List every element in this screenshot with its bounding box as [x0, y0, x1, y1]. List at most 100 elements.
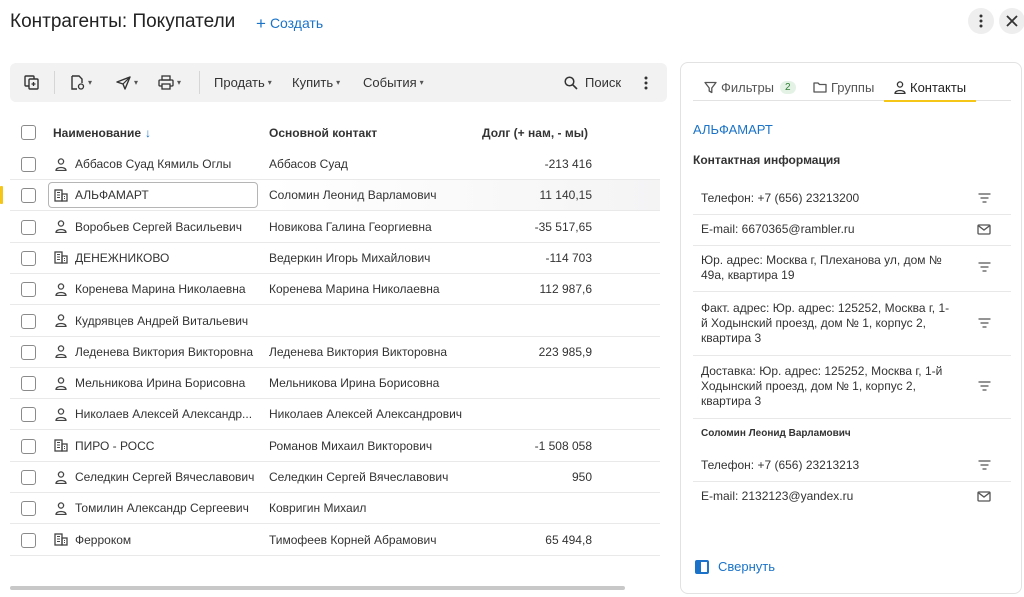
more-vertical-icon	[979, 14, 983, 28]
row-checkbox[interactable]	[21, 407, 36, 423]
row-name-cell[interactable]: Аббасов Суад Кямиль Оглы	[53, 157, 231, 171]
person-icon	[53, 470, 69, 484]
toolbar-separator	[199, 71, 200, 94]
row-name-cell[interactable]: Томилин Александр Сергеевич	[53, 501, 249, 515]
table-row[interactable]: Леденева Виктория Викторовна Леденева Вик…	[10, 337, 660, 368]
table-row[interactable]: Аббасов Суад Кямиль Оглы Аббасов Суад -213…	[10, 149, 660, 180]
row-checkbox[interactable]	[21, 470, 36, 485]
events-menu-button[interactable]: События ▾	[363, 63, 424, 102]
copy-button[interactable]	[24, 63, 39, 102]
table-row[interactable]: Коренева Марина Николаевна Коренева Марин…	[10, 274, 660, 306]
filter-icon	[704, 81, 717, 93]
create-button[interactable]: + Создать	[256, 13, 323, 33]
row-contact: Соломин Леонид Варламович	[269, 188, 437, 203]
person-icon	[53, 501, 69, 515]
row-name-cell[interactable]: АЛЬФАМАРТ	[53, 188, 149, 202]
mail-icon[interactable]	[977, 489, 991, 503]
more-options-button[interactable]	[968, 8, 994, 34]
row-checkbox[interactable]	[21, 157, 36, 172]
row-name: АЛЬФАМАРТ	[75, 188, 149, 203]
row-name: ДЕНЕЖНИКОВО	[75, 250, 170, 265]
row-checkbox[interactable]	[21, 219, 36, 235]
search-button[interactable]: Поиск	[564, 63, 621, 102]
table-header: Наименование ↓ Основной контакт Долг (+ н…	[10, 115, 660, 149]
tab-groups[interactable]: Группы	[813, 73, 874, 101]
row-debt: 65 494,8	[545, 532, 592, 547]
person-icon	[53, 282, 69, 296]
row-checkbox[interactable]	[21, 344, 36, 360]
tab-groups-label: Группы	[831, 79, 875, 95]
column-header-debt[interactable]: Долг (+ нам, - мы)	[482, 126, 588, 140]
table-row[interactable]: ПИРО - РОСС Романов Михаил Викторович -1 5…	[10, 431, 660, 462]
sell-menu-button[interactable]: Продать ▾	[214, 63, 272, 102]
table-row[interactable]: Николаев Алексей Александр... Николаев Ал…	[10, 399, 660, 431]
table-row[interactable]: Кудрявцев Андрей Витальевич	[10, 306, 660, 337]
row-name: ПИРО - РОСС	[75, 438, 155, 453]
menu-lines-icon[interactable]	[977, 379, 991, 393]
horizontal-scrollbar[interactable]	[10, 586, 625, 590]
row-checkbox[interactable]	[21, 532, 36, 548]
row-name-cell[interactable]: Кудрявцев Андрей Витальевич	[53, 314, 248, 328]
row-checkbox[interactable]	[21, 282, 36, 298]
menu-lines-icon[interactable]	[977, 191, 991, 205]
person-icon	[53, 376, 69, 390]
divider	[693, 291, 1011, 292]
menu-lines-icon[interactable]	[977, 458, 991, 472]
row-name-cell[interactable]: Леденева Виктория Викторовна	[53, 345, 253, 359]
row-checkbox[interactable]	[21, 313, 36, 329]
contact-info-text: Факт. адрес: Юр. адрес: 125252, Москва г…	[701, 301, 950, 345]
table-row[interactable]: ДЕНЕЖНИКОВО Ведеркин Игорь Михайлович -114…	[10, 243, 660, 274]
chevron-down-icon: ▾	[88, 78, 93, 87]
contact-info-text: Телефон: +7 (656) 23213213	[701, 458, 860, 472]
building-icon	[53, 439, 69, 453]
mail-icon[interactable]	[977, 222, 991, 236]
contact-info-item: Юр. адрес: Москва г, Плеханова ул, дом №…	[701, 253, 1001, 283]
table-row[interactable]: АЛЬФАМАРТ Соломин Леонид Варламович 11 140…	[0, 180, 660, 212]
document-menu-button[interactable]: ▾	[70, 63, 92, 102]
table-row[interactable]: Воробьев Сергей Васильевич Новикова Галин…	[10, 212, 660, 243]
print-icon	[158, 75, 174, 90]
column-header-name[interactable]: Наименование ↓	[53, 126, 151, 140]
tab-contacts[interactable]: Контакты	[883, 73, 977, 102]
contact-info-item: Телефон: +7 (656) 23213213	[701, 458, 1001, 473]
more-vertical-icon	[644, 76, 648, 89]
collapse-button[interactable]: Свернуть	[695, 559, 775, 574]
menu-lines-icon[interactable]	[977, 260, 991, 274]
row-checkbox[interactable]	[21, 250, 36, 266]
table-row[interactable]: Томилин Александр Сергеевич Ковригин Миха…	[10, 493, 660, 525]
row-name-cell[interactable]: ПИРО - РОСС	[53, 439, 154, 453]
print-menu-button[interactable]: ▾	[158, 63, 181, 102]
close-button[interactable]	[999, 8, 1024, 34]
person-icon	[53, 314, 69, 328]
row-name-cell[interactable]: Воробьев Сергей Васильевич	[53, 220, 242, 234]
row-contact: Николаев Алексей Александрович	[269, 407, 463, 422]
table-row[interactable]: Мельникова Ирина Борисовна Мельникова Ири…	[10, 368, 660, 400]
contact-info-text: Телефон: +7 (656) 23213200	[701, 191, 860, 205]
row-name-cell[interactable]: Николаев Алексей Александр...	[53, 407, 252, 421]
row-checkbox[interactable]	[21, 501, 36, 517]
row-name-cell[interactable]: Селедкин Сергей Вячеславович	[53, 470, 254, 484]
row-checkbox[interactable]	[21, 188, 36, 204]
send-menu-button[interactable]: ▾	[116, 63, 138, 102]
contact-info-item: E-mail: 2132123@yandex.ru	[701, 489, 1001, 504]
menu-lines-icon[interactable]	[977, 316, 991, 330]
select-all-checkbox[interactable]	[21, 125, 36, 140]
chevron-down-icon: ▾	[419, 78, 424, 87]
divider	[693, 214, 1011, 215]
person-icon	[53, 407, 69, 421]
table-row[interactable]: Ферроком Тимофеев Корней Абрамович 65 494,…	[10, 525, 660, 556]
row-checkbox[interactable]	[21, 376, 36, 392]
company-name-link[interactable]: АЛЬФАМАРТ	[693, 122, 773, 137]
toolbar-separator	[54, 71, 55, 94]
buy-menu-button[interactable]: Купить ▾	[292, 63, 340, 102]
row-name-cell[interactable]: Ферроком	[53, 533, 131, 547]
row-contact: Мельникова Ирина Борисовна	[269, 376, 440, 391]
table-row[interactable]: Селедкин Сергей Вячеславович Селедкин Сер…	[10, 462, 660, 493]
toolbar-more-button[interactable]	[644, 63, 648, 102]
row-name-cell[interactable]: Коренева Марина Николаевна	[53, 282, 246, 296]
column-header-contact[interactable]: Основной контакт	[269, 126, 377, 140]
row-name-cell[interactable]: ДЕНЕЖНИКОВО	[53, 251, 169, 265]
tab-filters[interactable]: Фильтры 2	[704, 73, 796, 101]
row-name-cell[interactable]: Мельникова Ирина Борисовна	[53, 376, 245, 390]
row-checkbox[interactable]	[21, 438, 36, 454]
